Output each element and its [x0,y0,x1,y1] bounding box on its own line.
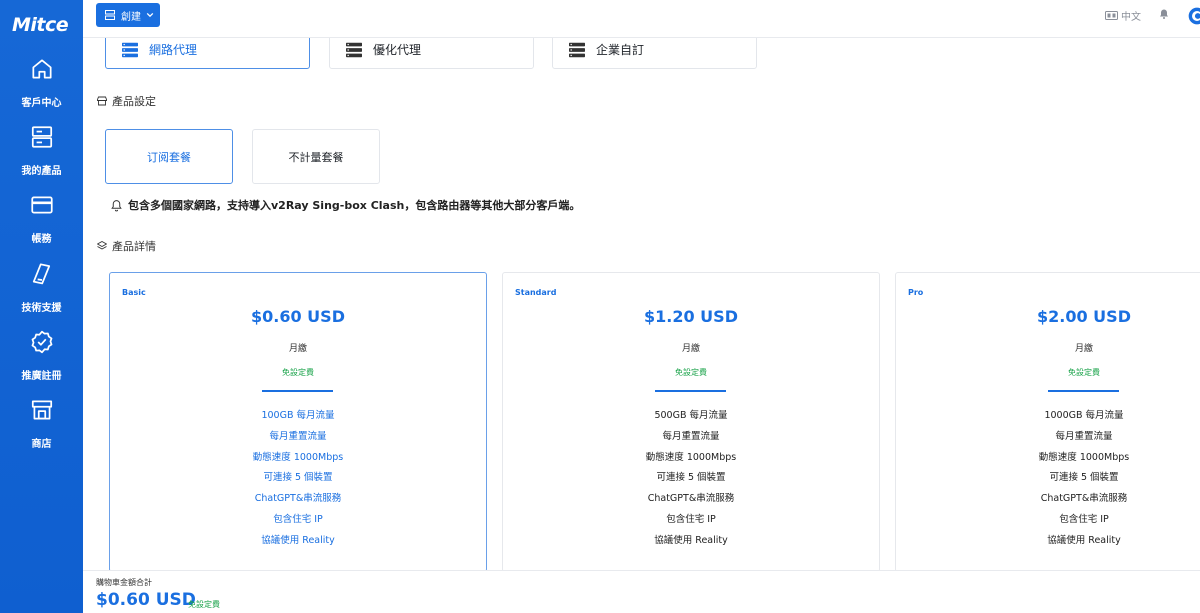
feature-item: ChatGPT&串流服務 [254,493,342,505]
feature-item: 包含住宅 IP [273,513,323,525]
tab-label: 订阅套餐 [147,150,191,164]
category-label: 優化代理 [373,43,422,57]
server-icon [569,42,585,57]
sidebar-item-label: 帳務 [31,234,52,245]
package-name: Basic [122,288,146,297]
cart-summary-bar: 購物車金額合計 $0.60 USD 免設定費 [83,570,1200,613]
feature-item: 動態速度 1000Mbps [645,451,737,463]
section-title-label: 產品詳情 [112,240,156,253]
setup-fee: 免設定費 [675,368,707,377]
setup-fee: 免設定費 [282,368,314,377]
home-icon [31,59,52,79]
cart-total-label: 購物車金額合計 [96,578,152,587]
server-icon [346,42,362,57]
tab-label: 不計量套餐 [288,150,344,164]
sidebar-item-referral[interactable]: 推廣註冊 [0,329,83,397]
package-card-basic[interactable]: Basic $0.60 USD 月繳 免設定費 100GB 每月流量 每月重置流… [109,272,487,570]
tab-subscription-plan[interactable]: 订阅套餐 [105,129,233,184]
package-name: Standard [515,288,557,297]
feature-item: 可連接 5 個裝置 [656,472,726,484]
billing-cycle: 月繳 [1074,344,1093,354]
billing-cycle: 月繳 [681,344,700,354]
feature-item: 包含住宅 IP [1059,513,1109,525]
category-label: 企業自訂 [596,43,645,57]
language-selector[interactable]: 中文 [1105,8,1141,23]
store-icon [97,96,107,106]
sidebar-item-store[interactable]: 商店 [0,397,83,465]
chevron-down-icon [146,12,154,18]
feature-item: 500GB 每月流量 [654,410,728,421]
feature-item: 可連接 5 個裝置 [1049,472,1119,484]
feature-item: 包含住宅 IP [666,513,716,525]
layers-icon [97,241,107,250]
sidebar-item-billing[interactable]: 帳務 [0,192,83,260]
cart-total-price: $0.60 USD [96,590,196,610]
product-notice: 包含多個國家網路，支持導入v2Ray Sing-box Clash，包含路由器等… [110,197,580,213]
main-content: 網路代理 優化代理 企業自訂 產品設定 订阅套餐 不計量套餐 包含多個國家網路，… [83,38,1200,570]
feature-item: 協議使用 Reality [654,534,728,546]
billing-cycle: 月繳 [288,344,307,354]
section-title-product-details: 產品詳情 [96,238,156,254]
package-card-pro[interactable]: Pro $2.00 USD 月繳 免設定費 1000GB 每月流量 每月重置流量… [895,272,1200,570]
sidebar-item-label: 推廣註冊 [21,371,62,382]
verified-badge-icon [31,330,52,354]
feature-list: 100GB 每月流量 每月重置流量 動態速度 1000Mbps 可連接 5 個裝… [110,406,486,552]
feature-item: 協議使用 Reality [1047,534,1121,546]
tab-unmetered-plan[interactable]: 不計量套餐 [252,129,380,184]
feature-item: ChatGPT&串流服務 [1040,493,1128,505]
feature-item: 協議使用 Reality [261,534,335,546]
sidebar-item-label: 客戶中心 [21,98,62,109]
category-network-proxy[interactable]: 網路代理 [105,38,310,69]
store-icon [31,400,52,420]
feature-item: 100GB 每月流量 [261,410,335,421]
cart-setup-fee: 免設定費 [188,600,220,609]
package-card-standard[interactable]: Standard $1.20 USD 月繳 免設定費 500GB 每月流量 每月… [502,272,880,570]
top-bar: 創建 中文 [83,0,1200,38]
category-label: 網路代理 [149,43,198,57]
package-price: $0.60 USD [251,307,345,326]
setup-fee: 免設定費 [1068,368,1100,377]
sidebar-item-label: 商店 [31,439,52,450]
feature-list: 1000GB 每月流量 每月重置流量 動態速度 1000Mbps 可連接 5 個… [896,406,1200,552]
bell-icon[interactable] [1158,8,1170,20]
section-title-product-settings: 產品設定 [96,93,156,109]
feature-list: 500GB 每月流量 每月重置流量 動態速度 1000Mbps 可連接 5 個裝… [503,406,879,552]
language-label: 中文 [1121,12,1141,23]
server-icon [122,42,138,57]
package-price: $1.20 USD [644,307,738,326]
avatar[interactable] [1187,6,1200,26]
sidebar-item-my-products[interactable]: 我的產品 [0,124,83,192]
feature-item: 每月重置流量 [1055,430,1113,442]
feature-item: 動態速度 1000Mbps [252,451,344,463]
category-enterprise-custom[interactable]: 企業自訂 [552,38,757,69]
feature-item: ChatGPT&串流服務 [647,493,735,505]
notice-text: 包含多個國家網路，支持導入v2Ray Sing-box Clash，包含路由器等… [128,199,581,212]
sidebar-item-label: 我的產品 [21,166,62,177]
section-title-label: 產品設定 [112,95,156,108]
app-logo[interactable]: Mitce [12,14,69,36]
divider [1048,390,1119,392]
translate-icon [1105,11,1118,20]
category-optimized-proxy[interactable]: 優化代理 [329,38,534,69]
credit-card-icon [30,196,53,214]
sidebar-item-client-center[interactable]: 客戶中心 [0,56,83,124]
feature-item: 每月重置流量 [662,430,720,442]
sidebar-item-label: 技術支援 [21,303,62,314]
server-icon [105,10,115,20]
package-name: Pro [908,288,924,297]
feature-item: 1000GB 每月流量 [1044,410,1124,421]
create-button-label: 創建 [121,11,141,23]
create-button[interactable]: 創建 [96,3,160,27]
sidebar-item-support[interactable]: 技術支援 [0,261,83,329]
divider [655,390,726,392]
server-icon [31,126,52,148]
feature-item: 可連接 5 個裝置 [263,472,333,484]
sidebar: Mitce 客戶中心 我的產品 帳務 技術支援 推廣註冊 商店 [0,0,83,613]
feature-item: 動態速度 1000Mbps [1038,451,1130,463]
support-ticket-icon [32,263,50,285]
package-price: $2.00 USD [1037,307,1131,326]
divider [262,390,333,392]
feature-item: 每月重置流量 [269,430,327,442]
bell-icon [111,199,122,211]
